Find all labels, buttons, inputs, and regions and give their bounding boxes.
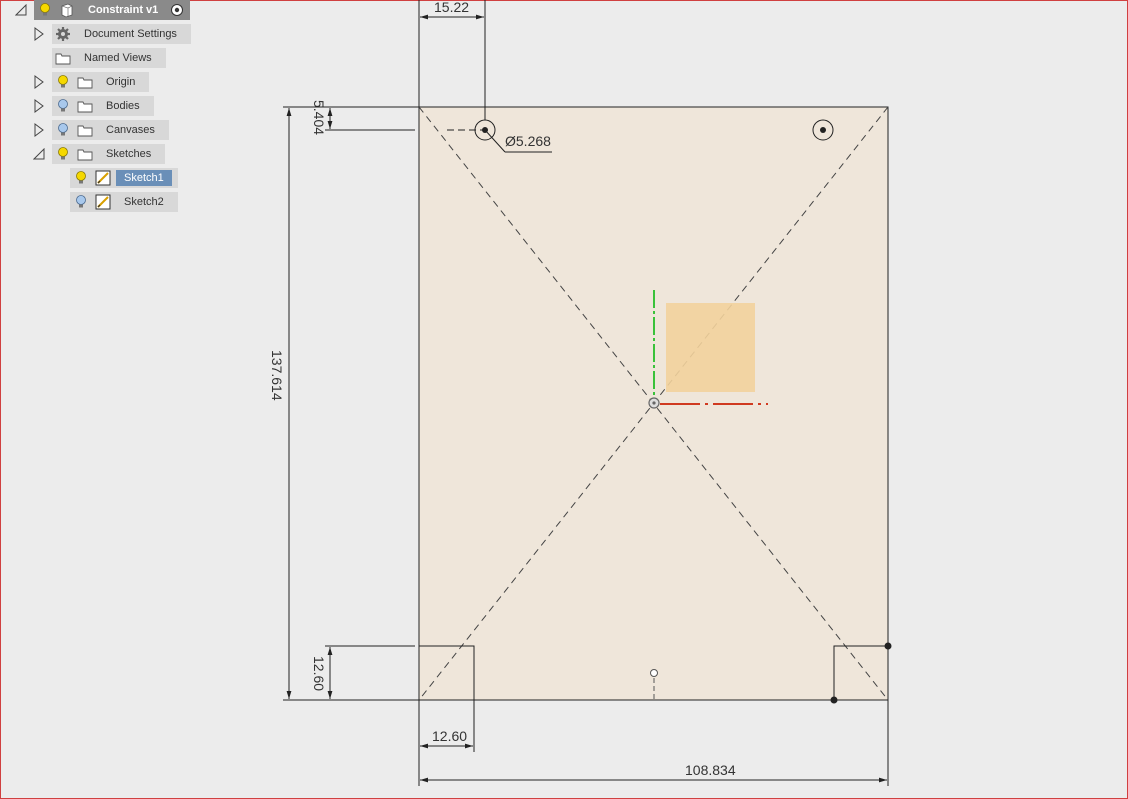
dim-width[interactable]: 108.834 [685,762,736,778]
dim-hole-x[interactable]: 15.22 [434,0,469,15]
dim-hole-y[interactable]: 5.404 [311,100,327,135]
hole-center-2[interactable] [820,127,826,133]
highlight-square[interactable] [666,303,755,392]
dim-corner-height[interactable]: 12.60 [311,656,327,691]
dim-height[interactable]: 137.614 [269,350,285,401]
midpoint-marker[interactable] [650,669,658,677]
dim-hole-diameter[interactable]: Ø5.268 [505,133,551,149]
sketch-canvas[interactable]: Ø5.268 15.22 5.404 137.614 12.60 12.60 1… [0,0,1128,799]
sketch-point[interactable] [884,642,892,650]
dim-corner-width[interactable]: 12.60 [432,728,467,744]
sketch-point[interactable] [830,696,838,704]
